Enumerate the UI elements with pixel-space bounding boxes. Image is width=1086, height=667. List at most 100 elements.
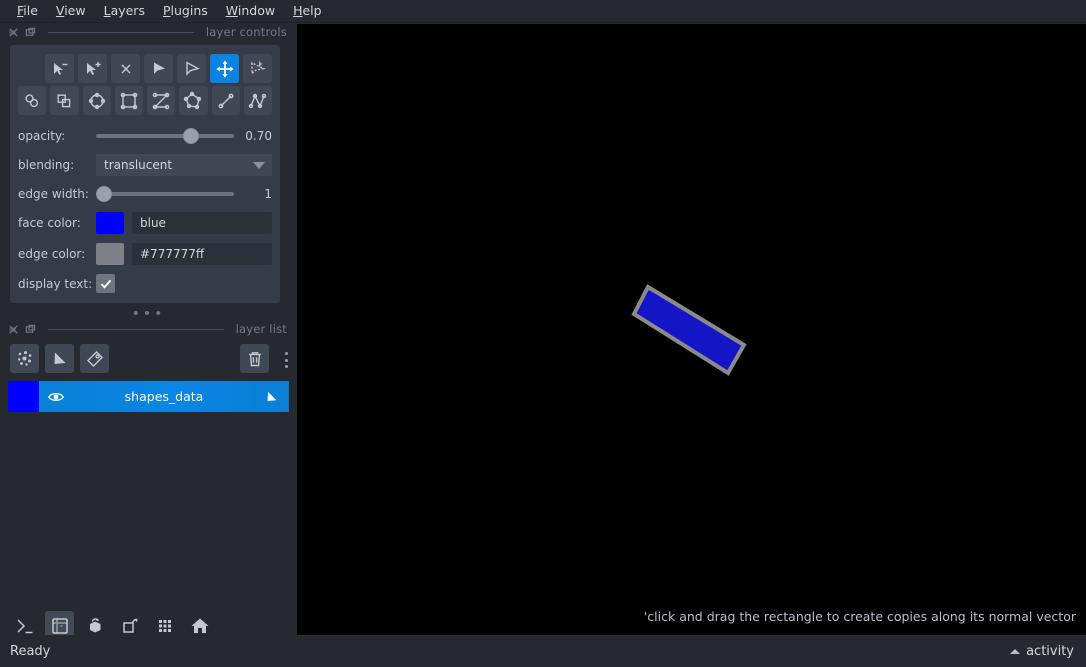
layer-controls-label: layer controls — [205, 25, 287, 39]
new-points-layer-button[interactable] — [10, 344, 39, 373]
add-polygon-lasso-tool[interactable] — [147, 86, 176, 115]
opacity-slider-handle[interactable] — [182, 128, 199, 144]
home-icon — [191, 618, 208, 633]
layer-type-icon-wrap — [255, 389, 289, 405]
pan-zoom-tool[interactable] — [210, 54, 239, 83]
menu-plugins[interactable]: Plugins — [154, 1, 217, 21]
menu-file[interactable]: File — [8, 1, 47, 21]
face-color-input[interactable]: blue — [132, 212, 272, 234]
cube-3d-icon — [51, 617, 68, 634]
grid-icon — [158, 619, 171, 632]
delete-shape-tool[interactable] — [111, 54, 140, 83]
viewer-canvas[interactable]: 'click and drag the rectangle to create … — [297, 24, 1086, 635]
menu-bar: File View Layers Plugins Window Help — [0, 0, 1086, 23]
layer-visibility-toggle[interactable] — [39, 388, 73, 406]
shape-rectangle[interactable] — [631, 284, 747, 376]
select-vertex-add-tool[interactable] — [78, 54, 107, 83]
layer-list-title-bar: layer list — [0, 320, 297, 338]
new-labels-layer-button[interactable] — [80, 344, 109, 373]
direct-select-tool[interactable] — [144, 54, 173, 83]
check-icon — [100, 279, 111, 289]
shapes-icon — [267, 391, 277, 401]
blending-value: translucent — [104, 158, 173, 172]
blending-field: translucent — [96, 154, 272, 176]
napari-window: File View Layers Plugins Window Help lay… — [0, 0, 1086, 667]
caret-up-icon — [1010, 648, 1021, 654]
opacity-slider-track — [96, 134, 234, 138]
opacity-field: 0.70 — [96, 127, 272, 145]
menu-layers[interactable]: Layers — [95, 1, 154, 21]
select-vertex-remove-tool[interactable] — [45, 54, 74, 83]
edge-width-slider-track — [96, 192, 234, 196]
edge-width-field: 1 — [96, 185, 272, 203]
status-bar: Ready activity — [0, 635, 1086, 667]
transform-tool[interactable] — [243, 54, 272, 83]
blending-label: blending: — [18, 158, 75, 172]
edge-width-slider[interactable] — [96, 185, 234, 203]
trash-icon — [248, 351, 261, 366]
activity-label: activity — [1026, 643, 1074, 659]
canvas-status-overlay: 'click and drag the rectangle to create … — [643, 609, 1076, 624]
opacity-label: opacity: — [18, 129, 66, 143]
display-text-label: display text: — [18, 276, 93, 291]
edge-color-input[interactable]: #777777ff — [132, 243, 272, 265]
layer-properties-grid: opacity: 0.70 blending: translucent edge — [18, 127, 272, 293]
select-shapes-tool[interactable] — [177, 54, 206, 83]
add-rectangle-tool[interactable] — [114, 86, 143, 115]
add-path-tool[interactable] — [243, 86, 272, 115]
add-polygon-tool[interactable] — [179, 86, 208, 115]
points-icon — [17, 350, 31, 366]
layer-controls-title-bar: layer controls — [0, 23, 297, 41]
layer-list-overflow-menu[interactable] — [279, 352, 293, 368]
edge-width-slider-handle[interactable] — [96, 186, 112, 202]
layer-name-label: shapes_data — [124, 389, 204, 404]
float-layer-list-icon[interactable] — [25, 324, 36, 335]
canvas-shapes-layer — [631, 284, 747, 376]
menu-view[interactable]: View — [47, 1, 95, 21]
face-color-swatch[interactable] — [96, 212, 124, 234]
float-dock-icon[interactable] — [25, 27, 36, 38]
edge-width-label: edge width: — [18, 187, 89, 201]
edge-width-value: 1 — [264, 187, 272, 201]
menu-window[interactable]: Window — [217, 1, 284, 21]
select-rectangle-tool[interactable] — [50, 86, 79, 115]
layer-controls-panel: opacity: 0.70 blending: translucent edge — [10, 45, 280, 303]
eye-icon — [48, 392, 64, 401]
delete-layer-button[interactable] — [240, 344, 269, 373]
edge-color-swatch[interactable] — [96, 243, 124, 265]
dock-title-rule — [48, 31, 194, 33]
edge-color-label: edge color: — [18, 247, 86, 261]
shapes-icon — [54, 352, 65, 364]
labels-tag-icon — [86, 350, 103, 367]
transpose-icon — [122, 618, 138, 633]
chevron-down-icon — [253, 162, 265, 169]
shape-tools-row-1 — [18, 54, 272, 83]
layer-list-title-rule — [48, 328, 224, 330]
layer-row-shapes-data[interactable]: shapes_data — [8, 381, 289, 412]
menu-help[interactable]: Help — [284, 1, 331, 21]
dock-resize-handle[interactable]: ••• — [0, 303, 297, 321]
add-line-tool[interactable] — [211, 86, 240, 115]
face-color-field: blue — [96, 212, 272, 234]
opacity-slider[interactable] — [96, 127, 234, 145]
activity-button[interactable]: activity — [1010, 644, 1074, 659]
layer-buttons-row — [0, 338, 297, 379]
display-text-checkbox[interactable] — [96, 274, 115, 293]
close-dock-icon[interactable] — [8, 27, 19, 38]
opacity-value: 0.70 — [245, 129, 272, 143]
layer-thumbnail — [8, 381, 39, 412]
new-shapes-layer-button[interactable] — [45, 344, 74, 373]
close-layer-list-icon[interactable] — [8, 324, 19, 335]
left-dock: layer controls opacity: 0.70 blending: t… — [0, 23, 297, 667]
console-icon — [16, 618, 32, 633]
roll-cube-icon — [89, 617, 100, 632]
delete-layer-wrap — [240, 344, 269, 373]
blending-select[interactable]: translucent — [96, 154, 272, 176]
display-text-field — [96, 274, 272, 293]
edge-color-field: #777777ff — [96, 243, 272, 265]
status-message: Ready — [10, 643, 51, 659]
add-ellipse-tool[interactable] — [82, 86, 111, 115]
select-ellipse-tool[interactable] — [18, 86, 47, 115]
layer-list-label: layer list — [235, 322, 287, 336]
face-color-label: face color: — [18, 216, 81, 230]
